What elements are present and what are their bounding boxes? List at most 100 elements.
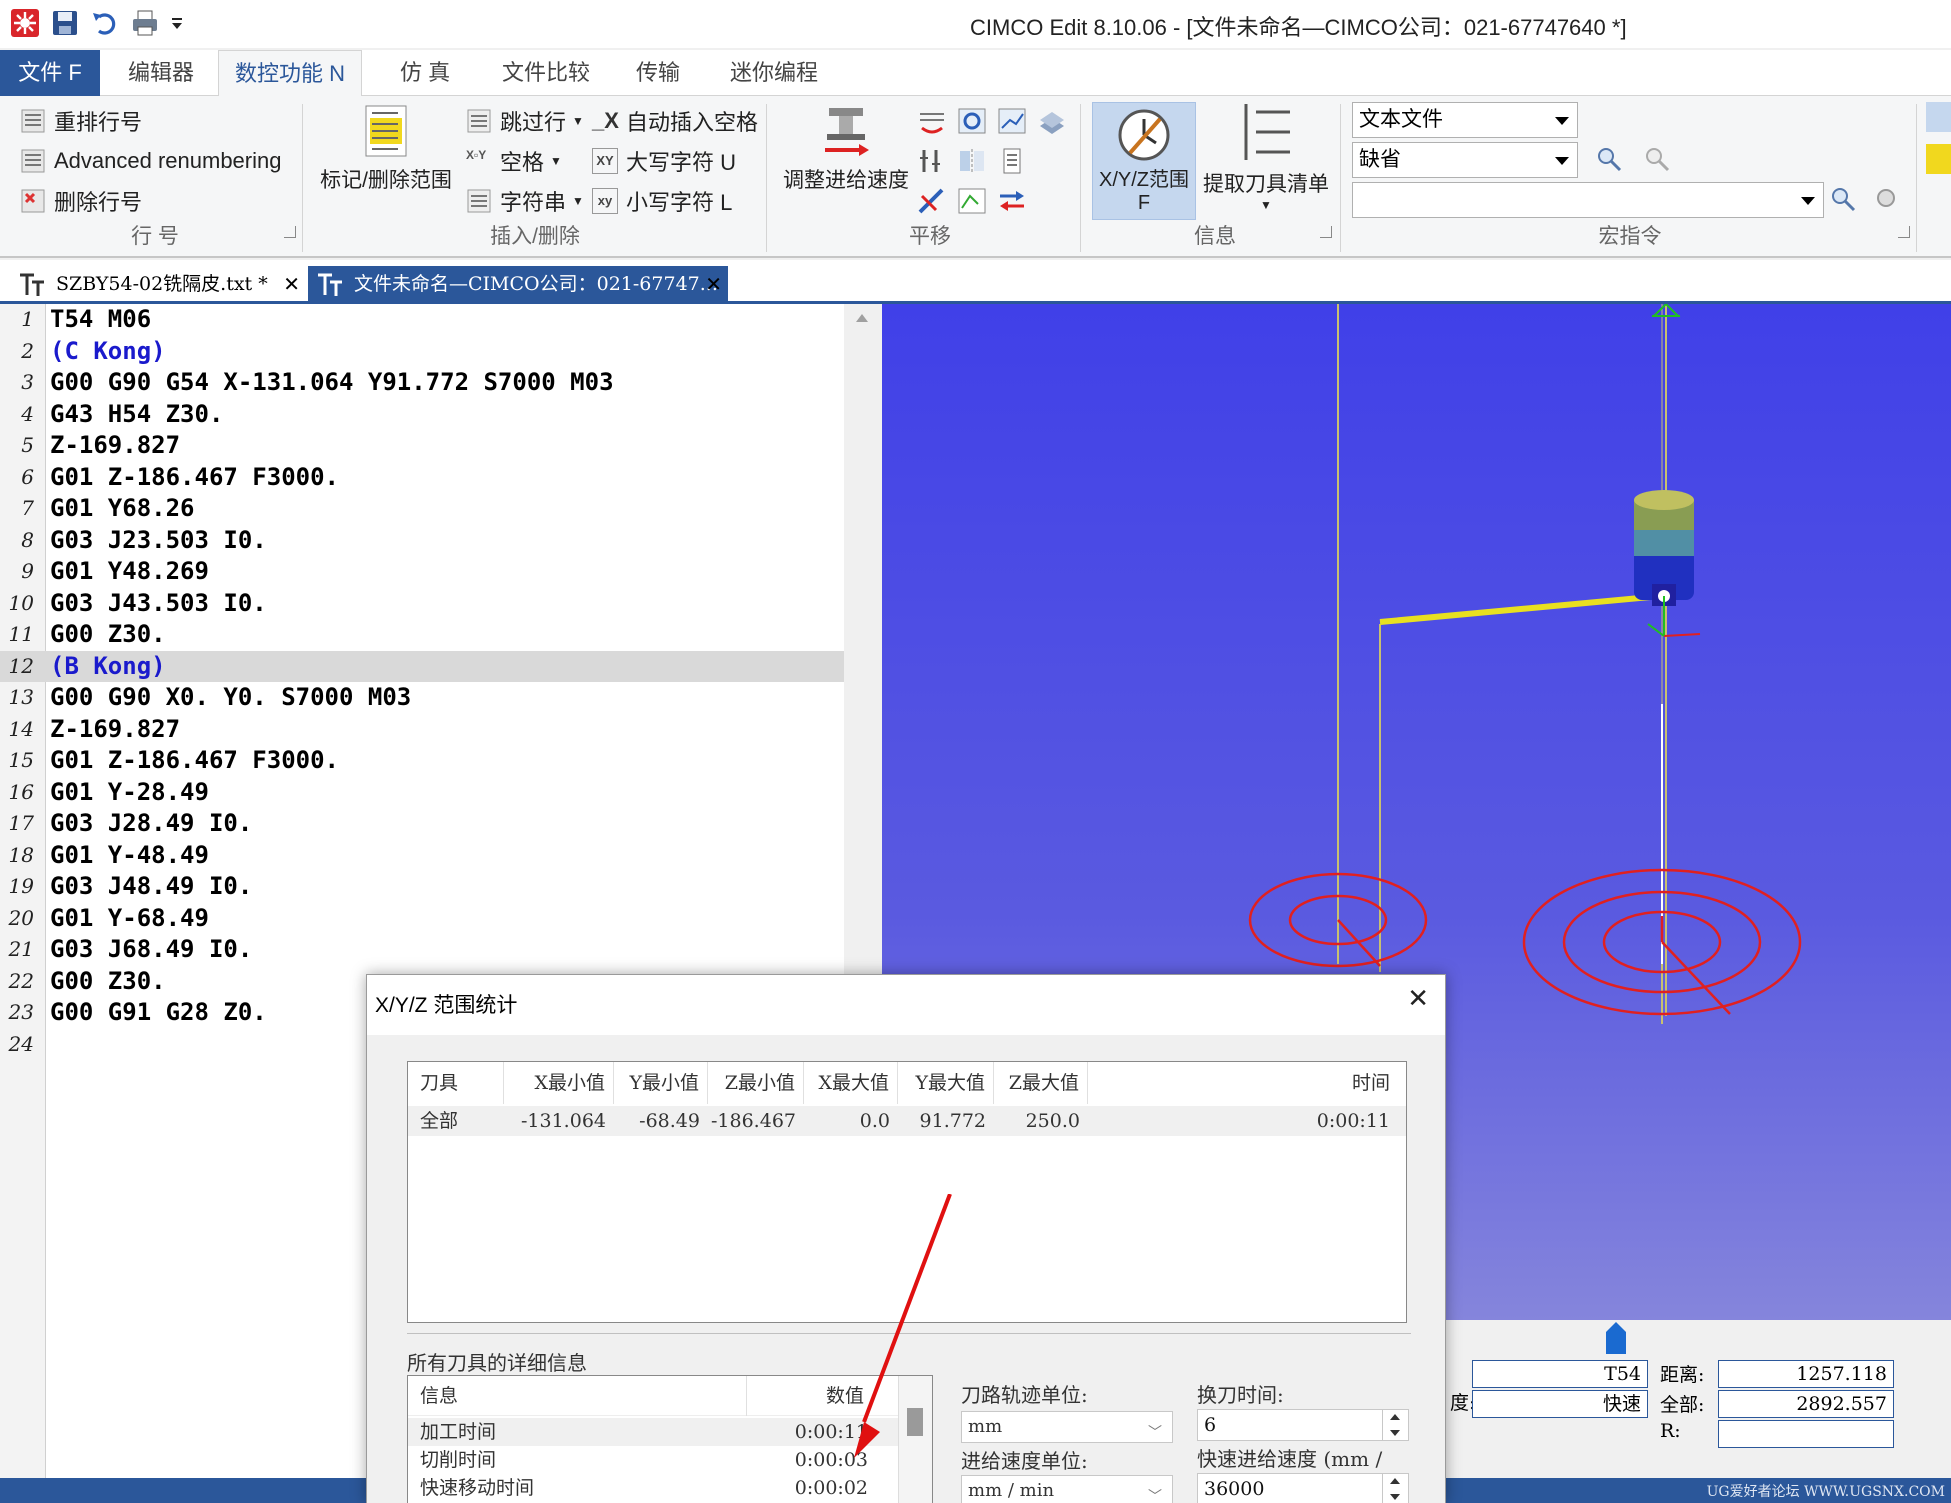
- range-header-ymax[interactable]: Y最大值: [898, 1062, 994, 1104]
- range-header-zmax[interactable]: Z最大值: [994, 1062, 1088, 1104]
- rapid-feed-input[interactable]: 36000: [1197, 1473, 1409, 1503]
- skip-line-button[interactable]: 跳过行 ▼: [466, 104, 584, 138]
- code-line[interactable]: 4 G43 H54 Z30.: [0, 399, 844, 431]
- space-button[interactable]: X▫Y 空格 ▼: [466, 144, 562, 178]
- code-line[interactable]: 6 G01 Z-186.467 F3000.: [0, 462, 844, 494]
- line-number: 7: [21, 496, 34, 520]
- tab-file[interactable]: 文件 F: [0, 50, 100, 96]
- tab-transmission[interactable]: 传输: [620, 50, 696, 96]
- extract-tool-list-button[interactable]: 提取刀具清单 ▼: [1198, 102, 1334, 212]
- undo-icon[interactable]: [90, 8, 120, 38]
- xyz-range-button[interactable]: X/Y/Z范围 F: [1092, 102, 1196, 220]
- code-text: G03 J43.503 I0.: [50, 588, 267, 617]
- code-line[interactable]: 15 G01 Z-186.467 F3000.: [0, 745, 844, 777]
- code-line[interactable]: 9 G01 Y48.269: [0, 556, 844, 588]
- macro-command-select[interactable]: [1352, 182, 1824, 218]
- macro-file-type-select[interactable]: 文本文件: [1352, 102, 1578, 138]
- macro-default-select[interactable]: 缺省: [1352, 142, 1578, 178]
- close-tab-icon[interactable]: ✕: [283, 266, 300, 302]
- rotate-icon[interactable]: [916, 106, 948, 136]
- close-tab-icon[interactable]: ✕: [705, 266, 722, 302]
- auto-insert-space-icon: _X: [592, 108, 619, 133]
- code-line[interactable]: 20 G01 Y-68.49: [0, 903, 844, 935]
- feed-unit-select[interactable]: mm / min ﹀: [961, 1475, 1173, 1503]
- delete-line-numbers-button[interactable]: 删除行号: [20, 184, 142, 218]
- code-line[interactable]: 11 G00 Z30.: [0, 619, 844, 651]
- code-line[interactable]: 2 (C Kong): [0, 336, 844, 368]
- code-line[interactable]: 10 G03 J43.503 I0.: [0, 588, 844, 620]
- customize-icon[interactable]: [170, 8, 184, 38]
- spinner-icon[interactable]: [1382, 1410, 1408, 1440]
- code-line[interactable]: 16 G01 Y-28.49: [0, 777, 844, 809]
- graph-icon[interactable]: [996, 106, 1028, 136]
- list-edit-icon[interactable]: [996, 146, 1028, 176]
- code-line[interactable]: 8 G03 J23.503 I0.: [0, 525, 844, 557]
- line-numbers-launcher-icon[interactable]: [284, 226, 296, 238]
- auto-insert-space-button[interactable]: _X 自动插入空格: [592, 104, 758, 138]
- mirror-icon[interactable]: [956, 146, 988, 176]
- skip-line-icon: [466, 108, 492, 134]
- print-icon[interactable]: [130, 8, 160, 38]
- code-line[interactable]: 12 (B Kong): [0, 650, 844, 682]
- range-header-zmin[interactable]: Z最小值: [708, 1062, 804, 1104]
- extra-button-icon[interactable]: [1926, 102, 1951, 132]
- range-header-xmax[interactable]: X最大值: [804, 1062, 898, 1104]
- list-item[interactable]: 切削时间 0:00:03: [408, 1446, 898, 1474]
- doc-tab-szby54[interactable]: SZBY54-02铣隔皮.txt * ✕: [10, 266, 306, 304]
- list-item[interactable]: 快速移动时间 0:00:02: [408, 1474, 898, 1502]
- macro-find-icon[interactable]: [1642, 144, 1674, 174]
- chart-icon[interactable]: [956, 186, 988, 216]
- code-line[interactable]: 17 G03 J28.49 I0.: [0, 808, 844, 840]
- save-icon[interactable]: [50, 8, 80, 38]
- scale-icon[interactable]: [916, 186, 948, 216]
- advanced-renumber-button[interactable]: Advanced renumbering: [20, 144, 281, 178]
- list-item[interactable]: 加工时间 0:00:11: [408, 1418, 898, 1446]
- close-icon[interactable]: ✕: [1407, 983, 1429, 1014]
- renumber-button[interactable]: 重排行号: [20, 104, 142, 138]
- range-cell-ymin: -68.49: [639, 1110, 700, 1132]
- doc-tab-untitled[interactable]: 文件未命名—CIMCO公司：021-67747... ✕: [308, 266, 728, 304]
- tab-editor[interactable]: 编辑器: [112, 50, 210, 96]
- adjust-feed-button[interactable]: 调整进给速度: [776, 104, 916, 194]
- distance-label: 距离:: [1660, 1364, 1705, 1386]
- code-line[interactable]: 14 Z-169.827: [0, 714, 844, 746]
- code-line[interactable]: 3 G00 G90 G54 X-131.064 Y91.772 S7000 M03: [0, 367, 844, 399]
- tab-mini-programming[interactable]: 迷你编程: [714, 50, 834, 96]
- code-line[interactable]: 1 T54 M06: [0, 304, 844, 336]
- range-header-ymin[interactable]: Y最小值: [614, 1062, 708, 1104]
- tab-simulation[interactable]: 仿 真: [384, 50, 466, 96]
- tab-file-compare[interactable]: 文件比较: [486, 50, 606, 96]
- spinner-icon[interactable]: [1382, 1474, 1408, 1503]
- mark-delete-range-button[interactable]: 标记/删除范围: [316, 104, 456, 194]
- code-line[interactable]: 18 G01 Y-48.49: [0, 840, 844, 872]
- macro-search-icon[interactable]: [1594, 144, 1626, 174]
- info-badge-icon[interactable]: [1926, 144, 1951, 174]
- code-comment: (B Kong): [50, 651, 166, 680]
- code-line[interactable]: 21 G03 J68.49 I0.: [0, 934, 844, 966]
- macro-launcher-icon[interactable]: [1898, 226, 1910, 238]
- string-button[interactable]: 字符串 ▼: [466, 184, 584, 218]
- circle-icon[interactable]: [956, 106, 988, 136]
- timeline-marker-icon[interactable]: [1604, 1320, 1628, 1356]
- app-logo-icon[interactable]: [10, 8, 40, 38]
- range-header-tool[interactable]: 刀具: [408, 1062, 504, 1104]
- macro-run-icon[interactable]: [1828, 184, 1860, 214]
- range-header-xmin[interactable]: X最小值: [504, 1062, 614, 1104]
- lowercase-button[interactable]: xy 小写字符 L: [592, 184, 732, 218]
- range-header-time[interactable]: 时间: [1088, 1062, 1398, 1104]
- macro-record-icon[interactable]: [1872, 184, 1904, 214]
- code-line[interactable]: 5 Z-169.827: [0, 430, 844, 462]
- tool-change-value: 6: [1204, 1414, 1217, 1436]
- uppercase-button[interactable]: XY 大写字符 U: [592, 144, 736, 178]
- code-line[interactable]: 13 G00 G90 X0. Y0. S7000 M03: [0, 682, 844, 714]
- tool-change-input[interactable]: 6: [1197, 1409, 1409, 1441]
- info-launcher-icon[interactable]: [1320, 226, 1332, 238]
- transfer-icon[interactable]: [996, 186, 1028, 216]
- stack-icon[interactable]: [1036, 106, 1068, 136]
- code-line[interactable]: 7 G01 Y68.26: [0, 493, 844, 525]
- code-line[interactable]: 19 G03 J48.49 I0.: [0, 871, 844, 903]
- group-label-insert-delete: 插入/删除: [490, 225, 580, 248]
- tab-nc-functions[interactable]: 数控功能 N: [218, 50, 363, 97]
- details-header-info[interactable]: 信息: [420, 1376, 458, 1416]
- move-icon[interactable]: [916, 146, 948, 176]
